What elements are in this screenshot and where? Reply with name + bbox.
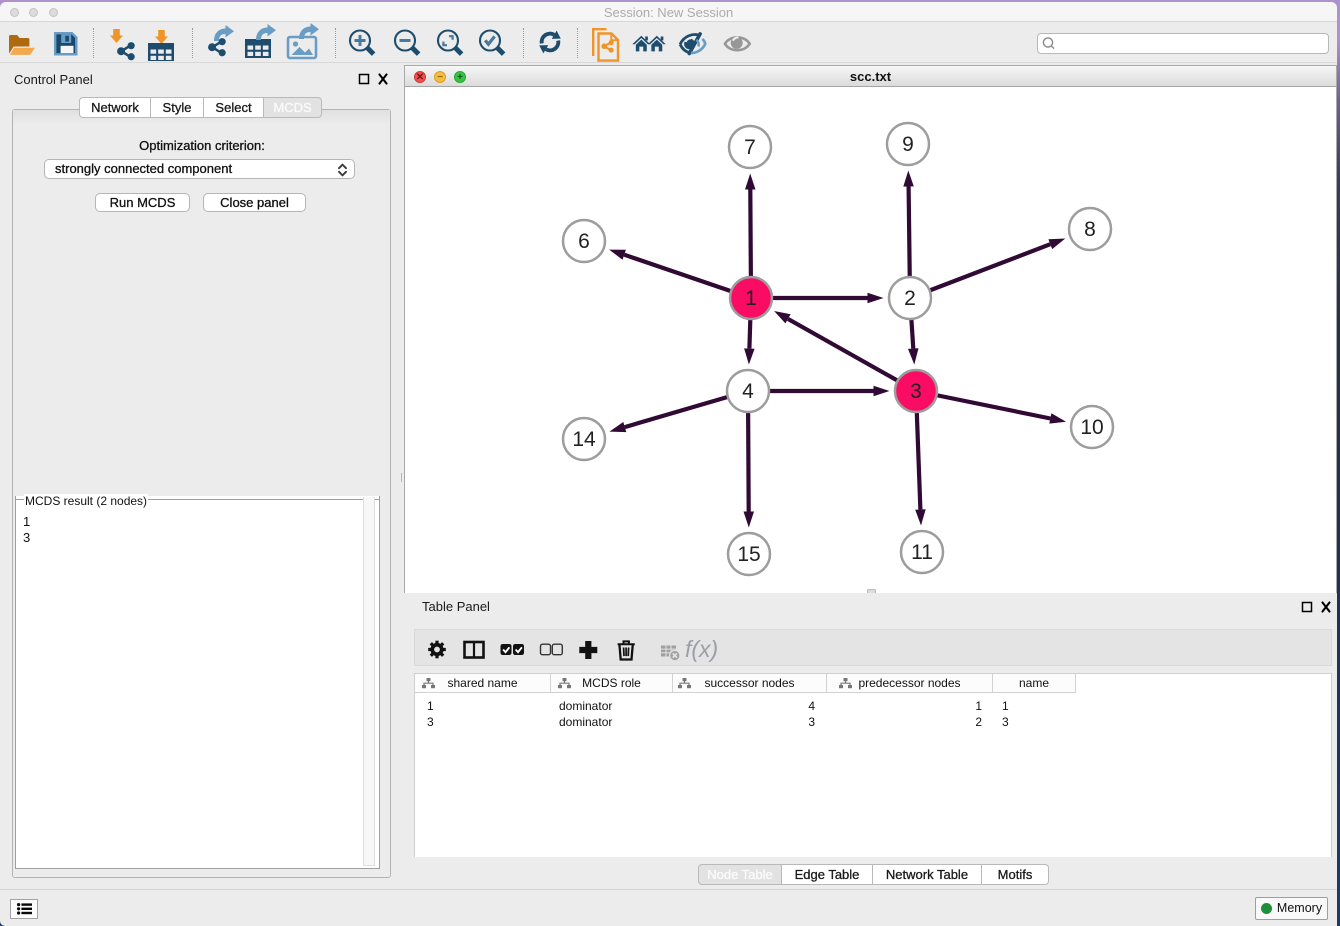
svg-text:10: 10 — [1080, 416, 1103, 439]
svg-text:9: 9 — [902, 133, 914, 156]
svg-text:14: 14 — [572, 428, 596, 451]
svg-text:3: 3 — [910, 380, 922, 403]
svg-text:2: 2 — [904, 287, 916, 310]
svg-text:4: 4 — [742, 380, 754, 403]
svg-text:6: 6 — [578, 230, 590, 253]
svg-text:7: 7 — [744, 136, 756, 159]
svg-text:8: 8 — [1084, 218, 1096, 241]
svg-text:1: 1 — [745, 287, 757, 310]
svg-text:11: 11 — [911, 541, 933, 564]
svg-text:f(x): f(x) — [685, 636, 718, 662]
svg-text:15: 15 — [737, 543, 760, 566]
